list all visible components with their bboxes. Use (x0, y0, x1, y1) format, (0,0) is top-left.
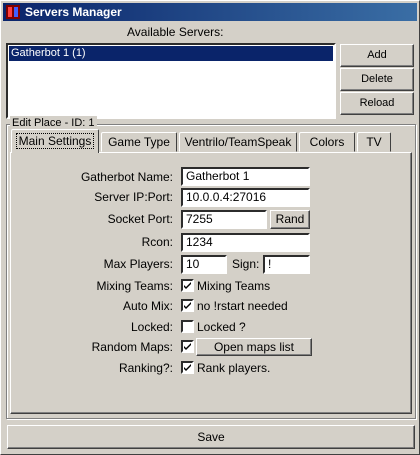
auto-mix-checkbox[interactable] (181, 299, 194, 312)
server-list-item[interactable]: Gatherbot 1 (1) (9, 46, 333, 61)
rcon-field[interactable]: 1234 (181, 233, 310, 252)
tab-game-type[interactable]: Game Type (101, 132, 177, 152)
edit-place-title: Edit Place - ID: 1 (10, 116, 97, 130)
check-icon (184, 343, 191, 350)
auto-mix-label: Auto Mix: (122, 299, 173, 313)
main-settings-panel: Gatherbot Name: Gatherbot 1 Server IP:Po… (10, 152, 412, 414)
gatherbot-name-label: Gatherbot Name: (80, 170, 173, 184)
mixing-teams-checkbox[interactable] (181, 279, 194, 292)
server-ip-field[interactable]: 10.0.0.4:27016 (181, 188, 310, 207)
window-title: Servers Manager (25, 5, 122, 19)
tab-main-settings-label: Main Settings (15, 133, 95, 149)
socket-port-label: Socket Port: (107, 212, 173, 226)
ranking-check-label[interactable]: Rank players. (197, 361, 270, 375)
rand-button[interactable]: Rand (270, 210, 310, 229)
sign-field[interactable]: ! (263, 255, 310, 274)
app-icon (5, 4, 21, 20)
random-maps-checkbox[interactable] (181, 340, 194, 353)
max-players-label: Max Players: (103, 257, 173, 271)
title-bar[interactable]: Servers Manager (3, 3, 417, 21)
gatherbot-name-field[interactable]: Gatherbot 1 (181, 167, 310, 186)
socket-port-field[interactable]: 7255 (181, 210, 267, 229)
open-maps-list-button[interactable]: Open maps list (196, 338, 312, 356)
delete-button[interactable]: Delete (340, 68, 414, 91)
mixing-teams-check-label[interactable]: Mixing Teams (197, 279, 270, 293)
locked-check-label[interactable]: Locked ? (197, 320, 246, 334)
tab-tv[interactable]: TV (357, 132, 391, 152)
tab-colors[interactable]: Colors (299, 132, 355, 152)
max-players-field[interactable]: 10 (181, 255, 227, 274)
mixing-teams-label: Mixing Teams: (96, 279, 173, 293)
server-ip-label: Server IP:Port: (94, 190, 173, 204)
available-servers-heading: Available Servers: (127, 25, 224, 39)
servers-manager-window: Servers Manager Available Servers: Gathe… (0, 0, 420, 455)
sign-label: Sign: (232, 257, 260, 271)
locked-label: Locked: (130, 320, 173, 334)
save-button[interactable]: Save (7, 425, 415, 449)
auto-mix-check-label[interactable]: no !rstart needed (197, 299, 288, 313)
servers-listbox[interactable]: Gatherbot 1 (1) (6, 43, 336, 119)
add-button[interactable]: Add (340, 44, 414, 67)
check-icon (184, 282, 191, 289)
rcon-label: Rcon: (141, 235, 173, 249)
check-icon (184, 302, 191, 309)
check-icon (184, 364, 191, 371)
ranking-checkbox[interactable] (181, 361, 194, 374)
tab-main-settings[interactable]: Main Settings (11, 129, 99, 153)
ranking-label: Ranking?: (118, 361, 173, 375)
reload-button[interactable]: Reload (340, 92, 414, 115)
tab-ventrilo-teamspeak[interactable]: Ventrilo/TeamSpeak (179, 132, 297, 152)
random-maps-label: Random Maps: (91, 340, 173, 354)
locked-checkbox[interactable] (181, 320, 194, 333)
